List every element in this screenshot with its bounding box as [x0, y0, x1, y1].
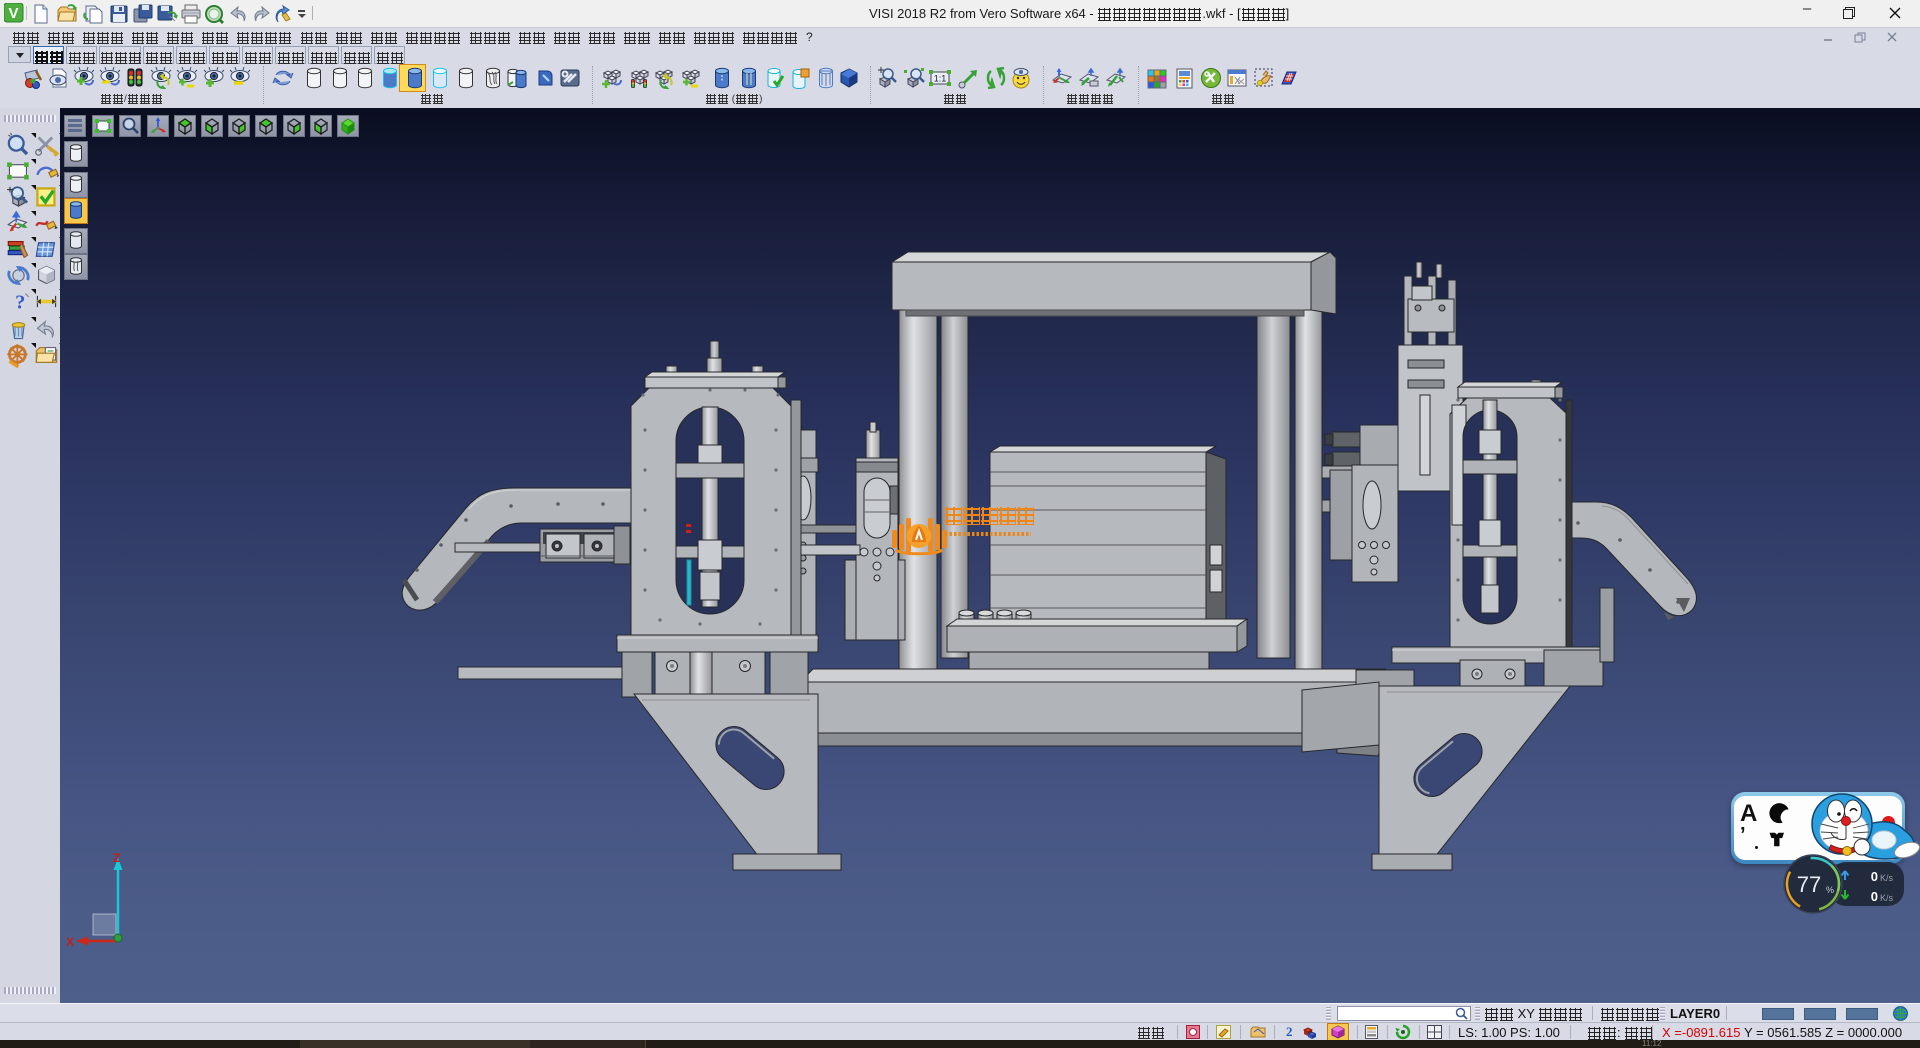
svg-text:%: % [1826, 885, 1834, 895]
svg-text:V: V [8, 5, 18, 22]
svg-text:X: X [66, 935, 74, 949]
svg-text:0: 0 [1871, 889, 1878, 902]
svg-text:1:1: 1:1 [934, 74, 947, 84]
svg-text:0: 0 [1871, 869, 1878, 884]
svg-text:?: ? [15, 291, 25, 313]
svg-text:77: 77 [1797, 872, 1821, 897]
svg-text:K/s: K/s [1880, 873, 1894, 883]
svg-text:Z: Z [113, 851, 120, 865]
svg-text:K/s: K/s [1880, 893, 1894, 902]
